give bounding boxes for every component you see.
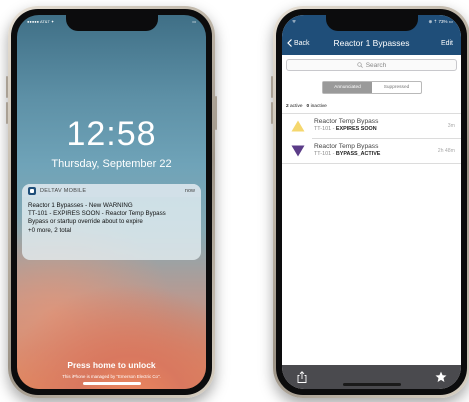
item-tag: TT-101 - — [314, 126, 336, 132]
app-phone: ᯤ ⊕ ⇡ 73% ▭ Back Reactor 1 Bypasses Edit — [271, 6, 469, 398]
item-subtitle: TT-101 - EXPIRES SOON — [314, 126, 377, 132]
divider — [282, 113, 461, 114]
notification-line: +0 more, 2 total — [28, 226, 72, 234]
warning-triangle-icon — [291, 120, 305, 132]
notification-line: Reactor 1 Bypasses - New WARNING — [28, 202, 133, 209]
navigation-bar: ᯤ ⊕ ⇡ 73% ▭ Back Reactor 1 Bypasses Edit — [282, 15, 461, 55]
item-subtitle: TT-101 - BYPASS_ACTIVE — [314, 151, 380, 157]
item-time: 2h 48m — [437, 148, 455, 154]
edit-button[interactable]: Edit — [441, 40, 453, 47]
active-count: 2 — [286, 104, 289, 109]
volume-up-button — [6, 76, 8, 98]
item-status: EXPIRES SOON — [335, 126, 377, 132]
item-title: Reactor Temp Bypass — [314, 143, 379, 150]
segment-suppressed[interactable]: Suppressed — [372, 82, 421, 93]
segment-annunciated[interactable]: Annunciated — [323, 82, 372, 93]
active-label: active — [290, 104, 303, 109]
side-button — [215, 96, 217, 130]
wifi-icon: ᯤ — [292, 19, 297, 24]
item-status: BYPASS_ACTIVE — [335, 151, 381, 157]
list-item[interactable]: Reactor Temp Bypass TT-101 - BYPASS_ACTI… — [282, 140, 461, 162]
notification-line: Bypass or startup override about to expi… — [28, 218, 143, 226]
deltav-app-icon — [28, 186, 36, 195]
share-icon — [297, 371, 307, 383]
notification-banner[interactable]: DELTAV MOBILE now Reactor 1 Bypasses - N… — [22, 184, 201, 260]
search-placeholder: Search — [365, 61, 387, 69]
status-indicators: ⊕ ⇡ 73% ▭ — [428, 19, 453, 24]
carrier-label: ●●●●● AT&T ✦ — [27, 19, 55, 24]
stage: ●●●●● AT&T ✦ ▭ 12:58 Thursday, September… — [0, 0, 469, 402]
volume-down-button — [6, 102, 8, 124]
favorite-button[interactable] — [435, 371, 447, 383]
nav-row: Back Reactor 1 Bypasses Edit — [282, 35, 461, 51]
unlock-prompt: Press home to unlock — [67, 360, 156, 370]
divider — [282, 163, 461, 164]
lock-time: 12:58 — [66, 115, 157, 153]
search-icon — [357, 62, 363, 68]
inactive-count: 0 — [306, 104, 310, 109]
home-indicator[interactable] — [82, 382, 141, 385]
app-screen: ᯤ ⊕ ⇡ 73% ▭ Back Reactor 1 Bypasses Edit — [282, 15, 461, 389]
star-icon — [435, 371, 447, 382]
bypass-triangle-icon — [291, 145, 305, 157]
notification-timestamp: now — [184, 187, 195, 194]
filter-segmented-control: Annunciated Suppressed — [322, 81, 422, 94]
notification-line: TT-101 - EXPIRES SOON - Reactor Temp Byp… — [28, 210, 166, 218]
lock-screen[interactable]: ●●●●● AT&T ✦ ▭ 12:58 Thursday, September… — [17, 15, 206, 389]
divider — [312, 138, 461, 139]
notification-header: DELTAV MOBILE now — [22, 184, 201, 197]
home-indicator[interactable] — [342, 383, 401, 386]
managed-notice: This iPhone is managed by "Emerson Elect… — [62, 374, 161, 379]
lock-date: Thursday, September 22 — [51, 158, 172, 170]
list-item[interactable]: Reactor Temp Bypass TT-101 - EXPIRES SOO… — [282, 115, 461, 137]
volume-down-button — [271, 102, 273, 124]
search-input[interactable]: Search — [286, 59, 457, 71]
lock-screen-phone: ●●●●● AT&T ✦ ▭ 12:58 Thursday, September… — [6, 6, 217, 398]
bypasses-view: ᯤ ⊕ ⇡ 73% ▭ Back Reactor 1 Bypasses Edit — [282, 15, 461, 389]
item-time: 3m — [447, 123, 455, 129]
notification-body: Reactor 1 Bypasses - New WARNING TT-101 … — [22, 197, 201, 240]
inactive-label: inactive — [310, 104, 327, 109]
bypass-counts: 2 active 0 inactive — [286, 104, 327, 109]
item-tag: TT-101 - — [314, 151, 336, 157]
notification-app-name: DELTAV MOBILE — [40, 187, 87, 194]
notch — [325, 15, 418, 31]
item-title: Reactor Temp Bypass — [314, 118, 379, 125]
page-title: Reactor 1 Bypasses — [333, 38, 410, 48]
battery-icon: ▭ — [192, 19, 196, 24]
status-bar: ●●●●● AT&T ✦ ▭ — [27, 19, 196, 27]
share-button[interactable] — [296, 371, 308, 383]
volume-up-button — [271, 76, 273, 98]
